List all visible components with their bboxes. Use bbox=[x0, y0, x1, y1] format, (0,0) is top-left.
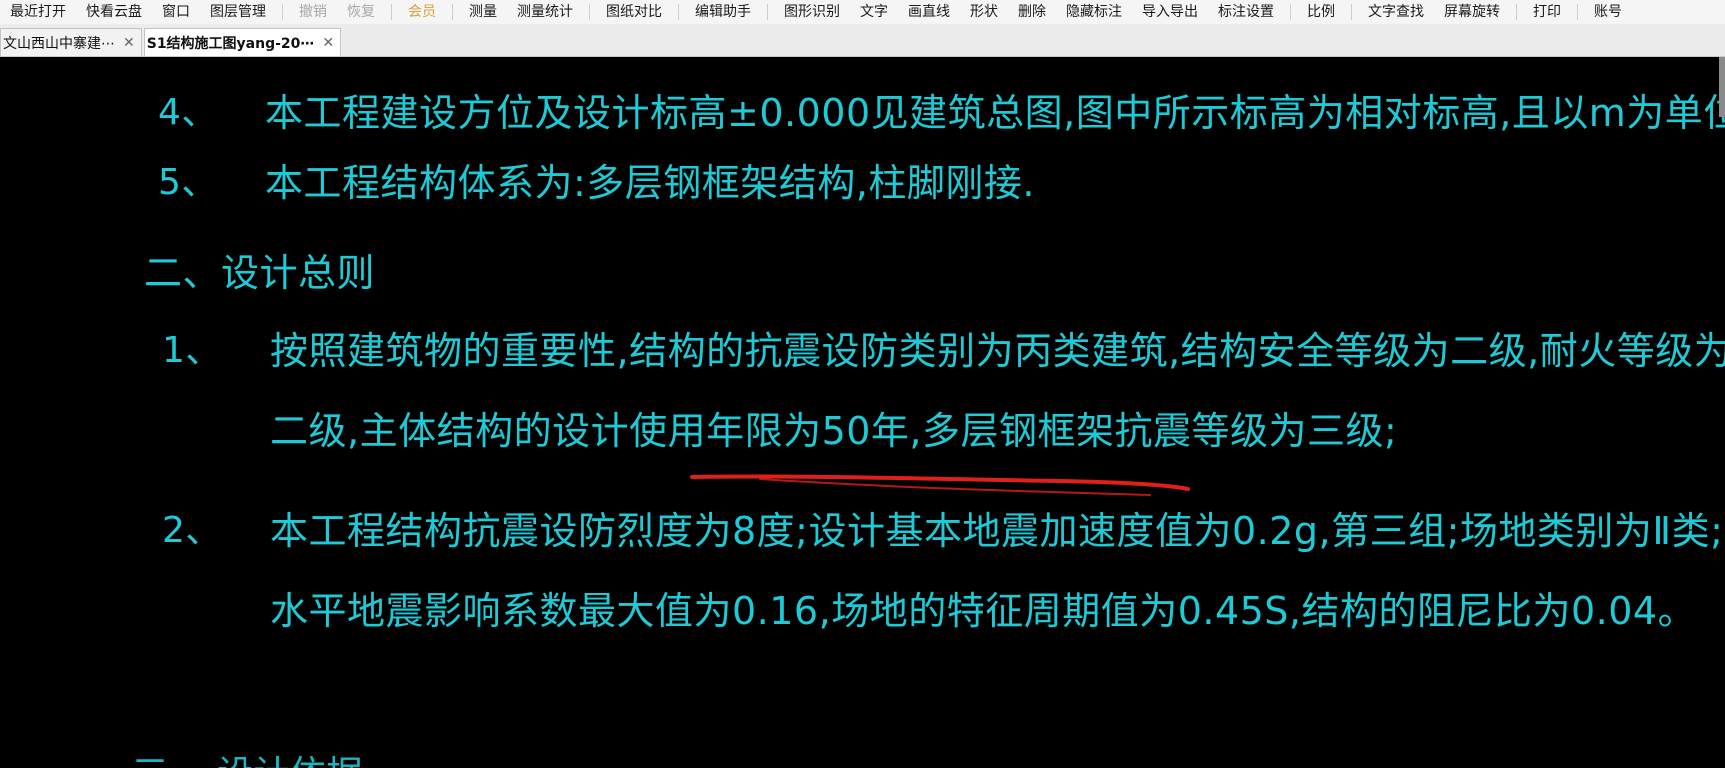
clause-number: 4、 bbox=[158, 92, 218, 133]
toolbar-item-13[interactable]: 画直线 bbox=[898, 0, 960, 24]
clause-number: 5、 bbox=[158, 162, 218, 203]
clause-text: 水平地震影响系数最大值为0.16,场地的特征周期值为0.45S,结构的阻尼比为0… bbox=[270, 589, 1697, 633]
document-tab-bar: 文山西山中寨建⋯ ✕ S1结构施工图yang-20⋯ ✕ bbox=[0, 24, 1725, 57]
toolbar-item-19[interactable]: 比例 bbox=[1297, 0, 1345, 24]
toolbar-item-18[interactable]: 标注设置 bbox=[1208, 0, 1284, 24]
toolbar-item-17[interactable]: 导入导出 bbox=[1132, 0, 1208, 24]
toolbar-item-6[interactable]: 会员 bbox=[398, 0, 446, 24]
toolbar-item-20[interactable]: 文字查找 bbox=[1358, 0, 1434, 24]
toolbar-separator bbox=[1577, 4, 1578, 20]
toolbar-item-7[interactable]: 测量 bbox=[459, 0, 507, 24]
toolbar-separator bbox=[589, 4, 590, 20]
toolbar-item-3[interactable]: 图层管理 bbox=[200, 0, 276, 24]
toolbar-separator bbox=[391, 4, 392, 20]
toolbar-item-23[interactable]: 账号 bbox=[1584, 0, 1632, 24]
clause-text: 本工程结构抗震设防烈度为8度;设计基本地震加速度值为0.2g,第三组;场地类别为… bbox=[270, 509, 1724, 553]
close-icon[interactable]: ✕ bbox=[123, 35, 135, 51]
toolbar-item-2[interactable]: 窗口 bbox=[152, 0, 200, 24]
toolbar-item-22[interactable]: 打印 bbox=[1523, 0, 1571, 24]
toolbar-item-10[interactable]: 编辑助手 bbox=[685, 0, 761, 24]
clause-number: 1、 bbox=[162, 330, 222, 371]
toolbar-separator bbox=[1351, 4, 1352, 20]
toolbar-separator bbox=[282, 4, 283, 20]
toolbar-item-14[interactable]: 形状 bbox=[960, 0, 1008, 24]
toolbar-separator bbox=[1290, 4, 1291, 20]
main-toolbar: 最近打开 快看云盘 窗口 图层管理 撤销 恢复 会员 测量 测量统计 图纸对比 编辑助手 图形识别 文字… bbox=[0, 0, 1725, 25]
toolbar-item-11[interactable]: 图形识别 bbox=[774, 0, 850, 24]
clause-text: 二级,主体结构的设计使用年限为50年,多层钢框架抗震等级为三级; bbox=[270, 409, 1398, 453]
clipped-section-heading: 三、 设计依据 bbox=[132, 745, 363, 768]
toolbar-item-1[interactable]: 快看云盘 bbox=[76, 0, 152, 24]
tab-label: 文山西山中寨建⋯ bbox=[3, 35, 115, 52]
toolbar-item-5[interactable]: 恢复 bbox=[337, 0, 385, 24]
toolbar-separator bbox=[452, 4, 453, 20]
clause-number: 2、 bbox=[162, 510, 222, 551]
toolbar-separator bbox=[678, 4, 679, 20]
toolbar-item-4[interactable]: 撤销 bbox=[289, 0, 337, 24]
toolbar-item-21[interactable]: 屏幕旋转 bbox=[1434, 0, 1510, 24]
toolbar-item-8[interactable]: 测量统计 bbox=[507, 0, 583, 24]
toolbar-item-9[interactable]: 图纸对比 bbox=[596, 0, 672, 24]
tab-label: S1结构施工图yang-20⋯ bbox=[146, 35, 315, 52]
toolbar-item-15[interactable]: 删除 bbox=[1008, 0, 1056, 24]
close-icon[interactable]: ✕ bbox=[322, 35, 334, 51]
toolbar-item-12[interactable]: 文字 bbox=[850, 0, 898, 24]
vertical-scrollbar[interactable] bbox=[1719, 57, 1725, 117]
tab-s1-structure-drawing[interactable]: S1结构施工图yang-20⋯ ✕ bbox=[143, 28, 342, 56]
clause-text: 本工程结构体系为:多层钢框架结构,柱脚刚接. bbox=[265, 161, 1035, 205]
drawing-canvas[interactable]: 4、 本工程建设方位及设计标高±0.000见建筑总图,图中所示标高为相对标高,且… bbox=[0, 57, 1725, 768]
clause-text: 按照建筑物的重要性,结构的抗震设防类别为丙类建筑,结构安全等级为二级,耐火等级为 bbox=[270, 329, 1725, 373]
tab-wenshan-document[interactable]: 文山西山中寨建⋯ ✕ bbox=[0, 28, 142, 56]
toolbar-separator bbox=[1516, 4, 1517, 20]
clause-text: 本工程建设方位及设计标高±0.000见建筑总图,图中所示标高为相对标高,且以m为… bbox=[265, 91, 1725, 135]
toolbar-item-0[interactable]: 最近打开 bbox=[0, 0, 76, 24]
toolbar-separator bbox=[767, 4, 768, 20]
toolbar-item-16[interactable]: 隐藏标注 bbox=[1056, 0, 1132, 24]
section-heading: 二、设计总则 bbox=[144, 251, 376, 295]
